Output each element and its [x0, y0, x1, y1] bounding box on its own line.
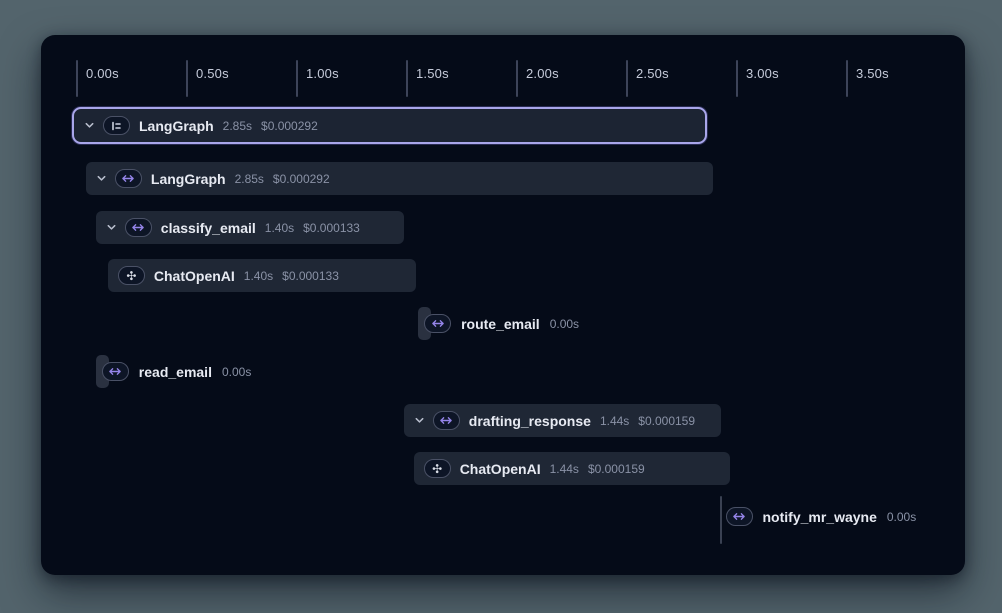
chain-arrow-icon [732, 512, 746, 521]
span-row[interactable]: route_email 0.00s [418, 307, 718, 340]
chain-arrow-icon [108, 367, 122, 376]
expand-toggle[interactable] [106, 222, 117, 233]
span-cost: $0.000133 [282, 269, 339, 283]
span-type-badge [102, 362, 129, 381]
span-label-group[interactable]: notify_mr_wayne 0.00s [726, 500, 917, 533]
span-name: route_email [461, 316, 540, 332]
span-type-badge [433, 411, 460, 430]
chevron-down-icon [414, 415, 425, 426]
span-type-badge [103, 116, 130, 135]
ruler-tick-line [846, 60, 848, 97]
span-type-badge: ✣ [118, 266, 145, 285]
span-row[interactable]: classify_email 1.40s $0.000133 [96, 211, 404, 244]
chain-arrow-icon [131, 223, 145, 232]
span-duration: 1.44s [550, 462, 579, 476]
span-name: LangGraph [139, 118, 214, 134]
span-name: drafting_response [469, 413, 591, 429]
span-label-group[interactable]: read_email 0.00s [102, 355, 252, 388]
span-type-badge [115, 169, 142, 188]
ruler-tick-label: 1.00s [306, 66, 339, 81]
ruler-tick-line [406, 60, 408, 97]
ruler-tick-label: 2.50s [636, 66, 669, 81]
span-name: ChatOpenAI [460, 461, 541, 477]
span-name: ChatOpenAI [154, 268, 235, 284]
expand-toggle[interactable] [96, 173, 107, 184]
span-name: notify_mr_wayne [763, 509, 877, 525]
chain-arrow-icon [431, 319, 445, 328]
ruler-tick-line [626, 60, 628, 97]
span-type-badge [726, 507, 753, 526]
span-cost: $0.000133 [303, 221, 360, 235]
span-row[interactable]: ✣ ChatOpenAI 1.44s $0.000159 [414, 452, 731, 485]
chain-arrow-icon [121, 174, 135, 183]
span-row[interactable]: read_email 0.00s [96, 355, 396, 388]
ruler-tick-label: 3.50s [856, 66, 889, 81]
expand-toggle[interactable] [84, 120, 95, 131]
span-type-badge [424, 314, 451, 333]
chain-arrow-icon [439, 416, 453, 425]
span-duration: 0.00s [550, 317, 579, 331]
span-bar[interactable]: LangGraph 2.85s $0.000292 [72, 107, 707, 144]
span-row[interactable]: LangGraph 2.85s $0.000292 [72, 107, 707, 144]
ruler-tick-label: 1.50s [416, 66, 449, 81]
span-cost: $0.000292 [273, 172, 330, 186]
ruler-tick-line [76, 60, 78, 97]
graph-icon [110, 120, 123, 132]
openai-icon: ✣ [126, 270, 136, 282]
span-row[interactable]: ✣ ChatOpenAI 1.40s $0.000133 [108, 259, 416, 292]
span-duration: 1.40s [265, 221, 294, 235]
span-bar[interactable]: LangGraph 2.85s $0.000292 [86, 162, 713, 195]
span-bar[interactable]: ✣ ChatOpenAI 1.40s $0.000133 [108, 259, 416, 292]
span-duration: 1.40s [244, 269, 273, 283]
span-duration: 1.44s [600, 414, 629, 428]
span-bar[interactable]: ✣ ChatOpenAI 1.44s $0.000159 [414, 452, 731, 485]
ruler-tick-label: 2.00s [526, 66, 559, 81]
expand-toggle[interactable] [414, 415, 425, 426]
ruler-tick-line [186, 60, 188, 97]
span-name: LangGraph [151, 171, 226, 187]
span-duration: 2.85s [235, 172, 264, 186]
span-bar[interactable]: classify_email 1.40s $0.000133 [96, 211, 404, 244]
ruler-tick-line [736, 60, 738, 97]
span-cost: $0.000159 [638, 414, 695, 428]
span-cost: $0.000292 [261, 119, 318, 133]
ruler-tick-label: 0.00s [86, 66, 119, 81]
ruler-tick-label: 3.00s [746, 66, 779, 81]
ruler-tick-label: 0.50s [196, 66, 229, 81]
trace-waterfall-panel: 0.00s 0.50s 1.00s 1.50s 2.00s 2.50s 3.00s 3.50s… [41, 35, 965, 575]
span-bar[interactable]: drafting_response 1.44s $0.000159 [404, 404, 721, 437]
span-row[interactable]: notify_mr_wayne 0.00s [720, 500, 1002, 533]
span-type-badge [125, 218, 152, 237]
span-name: classify_email [161, 220, 256, 236]
span-duration: 2.85s [223, 119, 252, 133]
ruler-tick-line [516, 60, 518, 97]
chevron-down-icon [96, 173, 107, 184]
span-row[interactable]: drafting_response 1.44s $0.000159 [404, 404, 721, 437]
span-duration: 0.00s [887, 510, 916, 524]
span-label-group[interactable]: route_email 0.00s [424, 307, 579, 340]
span-duration: 0.00s [222, 365, 251, 379]
span-type-badge: ✣ [424, 459, 451, 478]
span-zero-duration-marker [720, 496, 722, 544]
span-name: read_email [139, 364, 212, 380]
chevron-down-icon [106, 222, 117, 233]
openai-icon: ✣ [432, 463, 442, 475]
chevron-down-icon [84, 120, 95, 131]
span-cost: $0.000159 [588, 462, 645, 476]
ruler-tick-line [296, 60, 298, 97]
span-row[interactable]: LangGraph 2.85s $0.000292 [86, 162, 713, 195]
